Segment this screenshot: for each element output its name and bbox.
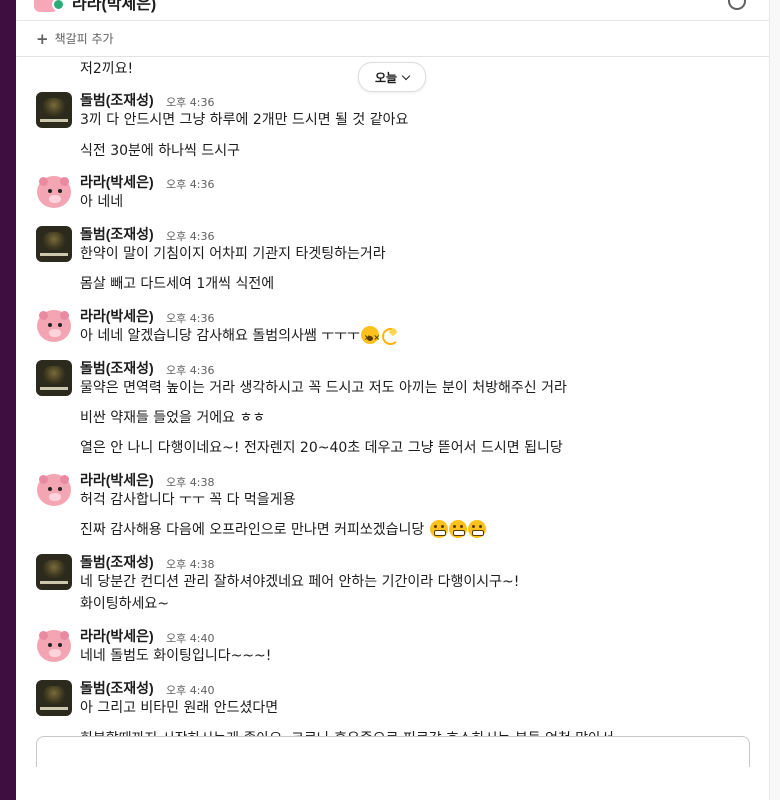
bookmark-bar: + 책갈피 추가 <box>16 20 770 57</box>
author-name[interactable]: 돌범(조재성) <box>80 90 154 110</box>
message-text: 아 네네 <box>80 194 124 210</box>
message-text: 허걱 감사합니다 ㅜㅜ 꼭 다 먹을게용 <box>80 492 296 508</box>
author-name[interactable]: 돌범(조재성) <box>80 224 154 244</box>
avatar[interactable] <box>36 554 72 590</box>
author-name[interactable]: 돌범(조재성) <box>80 552 154 572</box>
message-text: 화이팅하세요~ <box>80 596 170 612</box>
avatar[interactable] <box>36 360 72 396</box>
message-timestamp[interactable]: 오후 4:36 <box>166 310 214 326</box>
message-timestamp[interactable]: 오후 4:40 <box>166 682 214 698</box>
message-list: 저2끼요! 오늘 돌범(조재성) 오후 4:36 3끼 다 안드시면 그냥 하루… <box>16 56 770 800</box>
dizzy-icon[interactable] <box>380 326 399 345</box>
message-composer[interactable] <box>36 736 750 767</box>
message-timestamp[interactable]: 오후 4:36 <box>166 362 214 378</box>
avatar[interactable] <box>36 174 72 210</box>
chevron-down-icon <box>401 71 411 80</box>
avatar[interactable] <box>36 628 72 664</box>
author-name[interactable]: 라라(박세은) <box>80 470 154 490</box>
grimacing-icon[interactable] <box>467 520 486 538</box>
message-text: 진짜 감사해용 다음에 오프라인으로 만나면 커피쏘겠습니당 <box>80 519 486 541</box>
avatar[interactable] <box>36 680 72 716</box>
message-text: 비싼 약재들 들었을 거에요 ㅎㅎ <box>80 410 266 426</box>
message-text: 물약은 면역력 높이는 거라 생각하시고 꼭 드시고 저도 아끼는 분이 처방해… <box>80 380 567 396</box>
avatar[interactable] <box>36 472 72 508</box>
avatar[interactable] <box>36 226 72 262</box>
pig-avatar-icon <box>37 176 71 208</box>
avatar[interactable] <box>36 308 72 344</box>
author-name[interactable]: 라라(박세은) <box>80 306 154 326</box>
grimacing-icon[interactable] <box>429 520 448 538</box>
message-text: 네 당분간 컨디션 관리 잘하셔야겠네요 페어 안하는 기간이라 다행이시구~! <box>80 574 520 590</box>
day-divider-button[interactable]: 오늘 <box>358 62 427 92</box>
pig-avatar-icon <box>37 630 71 662</box>
message-timestamp[interactable]: 오후 4:38 <box>166 556 214 572</box>
message-text-content: 진짜 감사해용 다음에 오프라인으로 만나면 커피쏘겠습니당 <box>80 522 425 538</box>
message-timestamp[interactable]: 오후 4:36 <box>166 228 214 244</box>
author-name[interactable]: 라라(박세은) <box>80 626 154 646</box>
message-text: 한약이 말이 기침이지 어차피 기관지 타겟팅하는거라 <box>80 246 386 262</box>
day-divider-label: 오늘 <box>375 70 398 85</box>
dizzy-face-icon[interactable] <box>360 326 380 349</box>
message-text: 몸살 빼고 다드세여 1개씩 식전에 <box>80 276 275 292</box>
message-text: 식전 30분에 하나씩 드시구 <box>80 143 240 159</box>
pig-avatar-icon <box>37 310 71 342</box>
workspace-sidebar-edge <box>0 0 16 800</box>
message-timestamp[interactable]: 오후 4:36 <box>166 94 214 110</box>
author-name[interactable]: 라라(박세은) <box>80 172 154 192</box>
message-text: 네네 돌범도 화이팅입니다~~~! <box>80 648 272 664</box>
add-bookmark-button[interactable]: + 책갈피 추가 <box>36 30 114 47</box>
message-text-content: 아 네네 알겠습니당 감사해요 돌범의사쌤 ㅜㅜㅜ <box>80 328 360 344</box>
message-text: 열은 안 나니 다행이네요~! 전자렌지 20~40초 데우고 그냥 뜯어서 드… <box>80 440 563 456</box>
message-timestamp[interactable]: 오후 4:40 <box>166 630 214 646</box>
presence-dot-icon <box>52 0 65 11</box>
header-action-icon[interactable] <box>728 0 746 10</box>
avatar[interactable] <box>36 92 72 128</box>
channel-title[interactable]: 라라(박세은) <box>72 0 156 14</box>
grimacing-icon[interactable] <box>448 520 467 538</box>
add-bookmark-label: 책갈피 추가 <box>54 32 114 46</box>
channel-header: 라라(박세은) <box>16 0 770 21</box>
message-text: 저2끼요! <box>80 61 134 77</box>
scrollbar-track[interactable] <box>769 0 780 800</box>
message-timestamp[interactable]: 오후 4:38 <box>166 474 214 490</box>
plus-icon: + <box>36 29 49 48</box>
message-text: 아 그리고 비타민 원래 안드셨다면 <box>80 700 279 716</box>
channel-pane: 라라(박세은) + 책갈피 추가 저2끼요! 오늘 돌범(조재성) 오후 4:3… <box>16 0 770 800</box>
message-text: 아 네네 알겠습니당 감사해요 돌범의사쌤 ㅜㅜㅜ <box>80 325 399 349</box>
pig-avatar-icon <box>37 474 71 506</box>
author-name[interactable]: 돌범(조재성) <box>80 678 154 698</box>
message-timestamp[interactable]: 오후 4:36 <box>166 176 214 192</box>
author-name[interactable]: 돌범(조재성) <box>80 358 154 378</box>
message-text: 3끼 다 안드시면 그냥 하루에 2개만 드시면 될 것 같아요 <box>80 112 409 128</box>
